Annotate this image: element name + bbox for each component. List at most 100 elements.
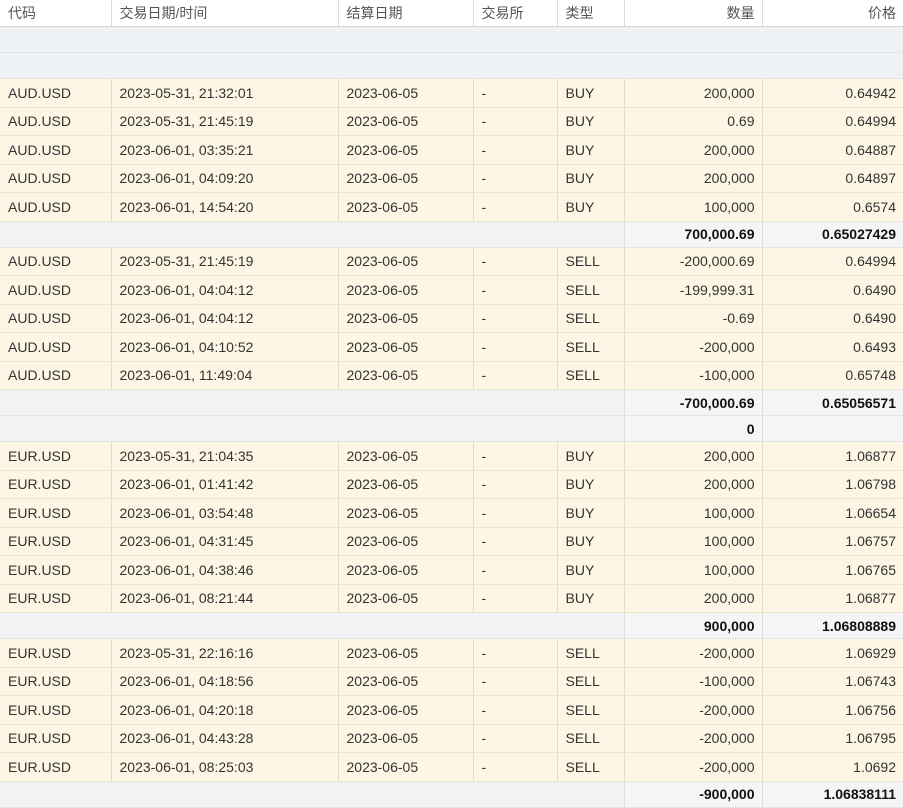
table-row: AUD.USD 2023-06-01, 04:04:12 2023-06-05- SE… xyxy=(0,275,903,305)
cell-type: SELL xyxy=(557,275,625,305)
cell-exchange: - xyxy=(473,304,558,333)
subtotal-price xyxy=(761,415,903,442)
cell-type: BUY xyxy=(557,192,625,222)
table-row: EUR.USD 2023-06-01, 01:41:42 2023-06-05- BU… xyxy=(0,470,903,499)
cell-trade-datetime: 2023-06-01, 04:18:56 xyxy=(111,667,339,696)
cell-symbol: AUD.USD xyxy=(0,107,112,136)
cell-trade-datetime: 2023-06-01, 08:25:03 xyxy=(111,752,339,782)
cell-symbol: EUR.USD xyxy=(0,555,112,585)
cell-settle-date: 2023-06-05 xyxy=(338,135,474,165)
cell-symbol: EUR.USD xyxy=(0,498,112,528)
cell-settle-date: 2023-06-05 xyxy=(338,304,474,333)
cell-symbol: AUD.USD xyxy=(0,247,112,276)
cell-symbol: EUR.USD xyxy=(0,638,112,668)
cell-price: 0.64994 xyxy=(762,107,903,136)
cell-symbol: AUD.USD xyxy=(0,192,112,222)
cell-settle-date: 2023-06-05 xyxy=(338,638,474,668)
subtotal-price: 1.06838111 xyxy=(761,781,903,808)
cell-trade-datetime: 2023-05-31, 21:04:35 xyxy=(111,441,339,471)
cell-symbol: EUR.USD xyxy=(0,527,112,556)
subtotal-spacer xyxy=(0,389,625,416)
subtotal-spacer xyxy=(0,221,625,248)
table-row: EUR.USD 2023-06-01, 03:54:48 2023-06-05- BU… xyxy=(0,498,903,528)
cell-type: SELL xyxy=(557,332,625,362)
cell-price: 1.06795 xyxy=(762,724,903,753)
cell-type: SELL xyxy=(557,361,625,390)
cell-quantity: -100,000 xyxy=(624,361,763,390)
table-row: AUD.USD 2023-06-01, 14:54:20 2023-06-05- BU… xyxy=(0,192,903,222)
cell-type: BUY xyxy=(557,527,625,556)
table-row: AUD.USD 2023-06-01, 04:04:12 2023-06-05- SE… xyxy=(0,304,903,333)
cell-trade-datetime: 2023-05-31, 22:16:16 xyxy=(111,638,339,668)
cell-settle-date: 2023-06-05 xyxy=(338,752,474,782)
cell-symbol: AUD.USD xyxy=(0,135,112,165)
subtotal-row: 900,000 1.06808889 xyxy=(0,612,903,639)
cell-symbol: AUD.USD xyxy=(0,332,112,362)
cell-settle-date: 2023-06-05 xyxy=(338,498,474,528)
column-header-settle-date[interactable]: 结算日期 xyxy=(338,0,474,27)
table-row: EUR.USD 2023-05-31, 21:04:35 2023-06-05- BU… xyxy=(0,441,903,471)
cell-trade-datetime: 2023-05-31, 21:32:01 xyxy=(111,78,339,108)
cell-exchange: - xyxy=(473,107,558,136)
cell-price: 1.0692 xyxy=(762,752,903,782)
subtotal-price: 0.65027429 xyxy=(761,221,903,248)
table-row: EUR.USD 2023-06-01, 04:38:46 2023-06-05- BU… xyxy=(0,555,903,585)
table-row: EUR.USD 2023-06-01, 04:18:56 2023-06-05- SE… xyxy=(0,667,903,696)
cell-trade-datetime: 2023-05-31, 21:45:19 xyxy=(111,247,339,276)
column-header-quantity[interactable]: 数量 xyxy=(624,0,763,27)
cell-exchange: - xyxy=(473,332,558,362)
cell-settle-date: 2023-06-05 xyxy=(338,441,474,471)
cell-settle-date: 2023-06-05 xyxy=(338,361,474,390)
cell-price: 0.6490 xyxy=(762,304,903,333)
cell-settle-date: 2023-06-05 xyxy=(338,527,474,556)
cell-exchange: - xyxy=(473,135,558,165)
table-row: EUR.USD 2023-06-01, 04:43:28 2023-06-05- SE… xyxy=(0,724,903,753)
cell-exchange: - xyxy=(473,752,558,782)
cell-symbol: EUR.USD xyxy=(0,724,112,753)
cell-symbol: AUD.USD xyxy=(0,304,112,333)
cell-exchange: - xyxy=(473,192,558,222)
subtotal-price: 0.65056571 xyxy=(761,389,903,416)
table-row: EUR.USD 2023-06-01, 04:20:18 2023-06-05- SE… xyxy=(0,695,903,725)
column-header-price[interactable]: 价格 xyxy=(762,0,903,27)
cell-exchange: - xyxy=(473,638,558,668)
cell-settle-date: 2023-06-05 xyxy=(338,555,474,585)
column-header-symbol[interactable]: 代码 xyxy=(0,0,112,27)
cell-symbol: EUR.USD xyxy=(0,470,112,499)
cell-trade-datetime: 2023-06-01, 01:41:42 xyxy=(111,470,339,499)
cell-quantity: -200,000 xyxy=(624,752,763,782)
cell-type: BUY xyxy=(557,164,625,193)
cell-exchange: - xyxy=(473,361,558,390)
column-header-trade-datetime[interactable]: 交易日期/时间 xyxy=(111,0,339,27)
cell-settle-date: 2023-06-05 xyxy=(338,695,474,725)
cell-quantity: -100,000 xyxy=(624,667,763,696)
cell-symbol: AUD.USD xyxy=(0,361,112,390)
cell-trade-datetime: 2023-06-01, 04:20:18 xyxy=(111,695,339,725)
cell-settle-date: 2023-06-05 xyxy=(338,470,474,499)
cell-quantity: 100,000 xyxy=(624,527,763,556)
table-row: EUR.USD 2023-06-01, 04:31:45 2023-06-05- BU… xyxy=(0,527,903,556)
cell-type: SELL xyxy=(557,695,625,725)
table-row: AUD.USD 2023-05-31, 21:45:19 2023-06-05- BU… xyxy=(0,107,903,136)
cell-exchange: - xyxy=(473,584,558,613)
cell-settle-date: 2023-06-05 xyxy=(338,107,474,136)
cell-trade-datetime: 2023-06-01, 04:04:12 xyxy=(111,275,339,305)
column-header-exchange[interactable]: 交易所 xyxy=(473,0,558,27)
cell-exchange: - xyxy=(473,441,558,471)
cell-symbol: EUR.USD xyxy=(0,752,112,782)
subtotal-row: -700,000.69 0.65056571 xyxy=(0,389,903,416)
cell-quantity: -200,000 xyxy=(624,332,763,362)
cell-settle-date: 2023-06-05 xyxy=(338,275,474,305)
cell-type: SELL xyxy=(557,667,625,696)
column-header-type[interactable]: 类型 xyxy=(557,0,625,27)
cell-settle-date: 2023-06-05 xyxy=(338,584,474,613)
table-row: AUD.USD 2023-06-01, 04:10:52 2023-06-05- SE… xyxy=(0,332,903,362)
cell-type: SELL xyxy=(557,247,625,276)
subtotal-quantity: 900,000 xyxy=(623,612,763,639)
cell-settle-date: 2023-06-05 xyxy=(338,247,474,276)
cell-settle-date: 2023-06-05 xyxy=(338,724,474,753)
cell-trade-datetime: 2023-06-01, 04:10:52 xyxy=(111,332,339,362)
subtotal-spacer xyxy=(0,612,625,639)
cell-settle-date: 2023-06-05 xyxy=(338,667,474,696)
cell-settle-date: 2023-06-05 xyxy=(338,192,474,222)
